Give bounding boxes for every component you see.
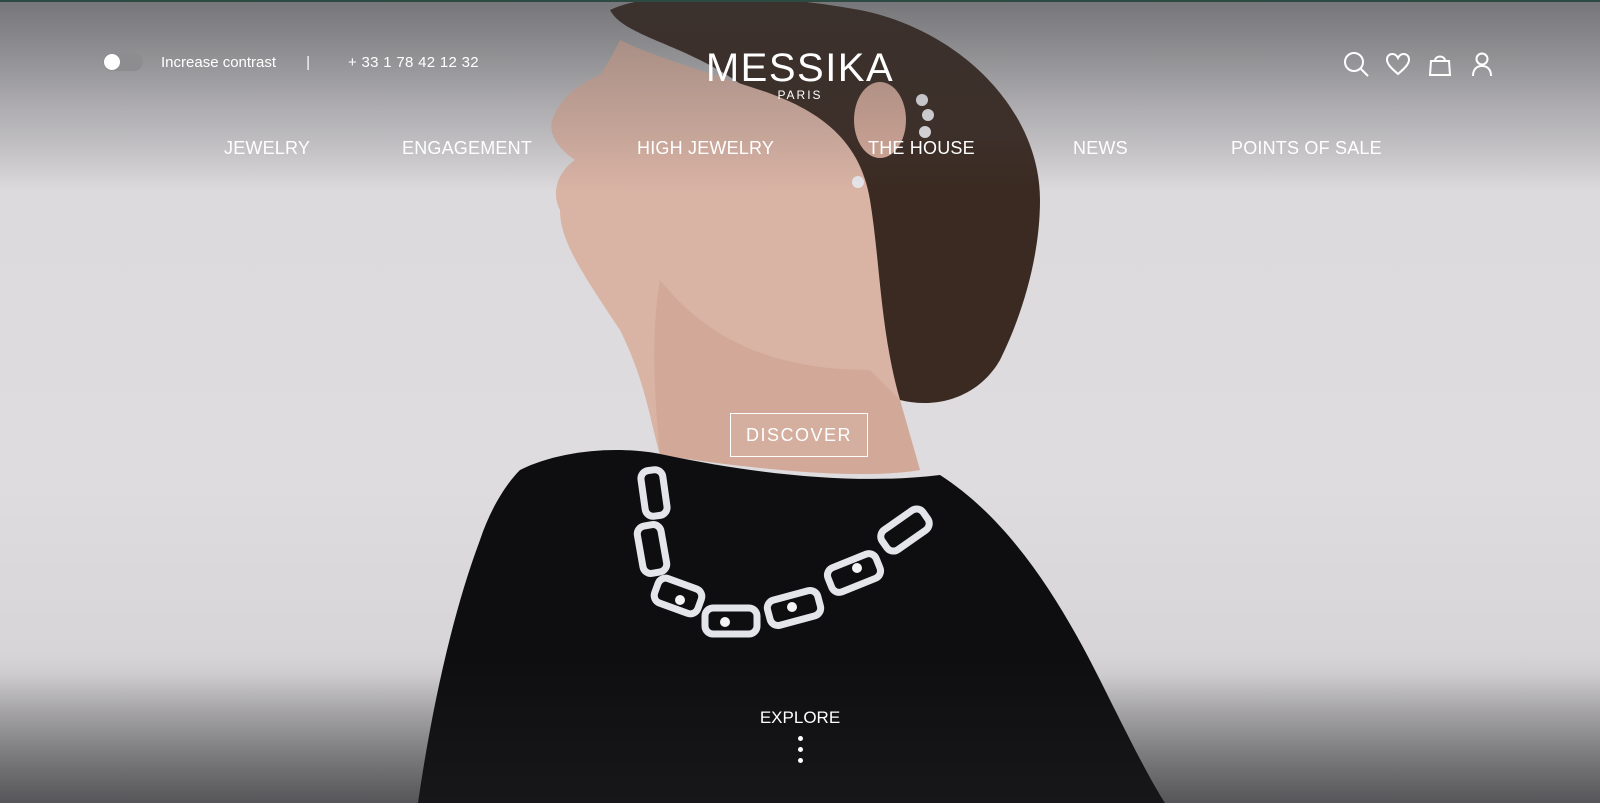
brand-logo[interactable]: MESSIKA PARIS: [700, 46, 900, 102]
nav-item-the-house[interactable]: THE HOUSE: [868, 138, 975, 159]
discover-button[interactable]: DISCOVER: [730, 413, 868, 457]
search-icon[interactable]: [1343, 51, 1369, 77]
utility-bar: Increase contrast | + 33 1 78 42 12 32: [103, 53, 479, 71]
nav-item-high-jewelry[interactable]: HIGH JEWELRY: [637, 138, 774, 159]
contrast-toggle[interactable]: [103, 53, 143, 71]
bag-icon[interactable]: [1427, 51, 1453, 77]
explore-button[interactable]: EXPLORE: [740, 708, 860, 769]
user-icon[interactable]: [1469, 51, 1495, 77]
heart-icon[interactable]: [1385, 51, 1411, 77]
logo-wordmark: MESSIKA: [705, 46, 895, 90]
nav-item-points-of-sale[interactable]: POINTS OF SALE: [1231, 138, 1382, 159]
hero-section: Increase contrast | + 33 1 78 42 12 32 M…: [0, 0, 1600, 803]
logo-subtitle: PARIS: [777, 88, 823, 102]
main-nav: JEWELRY ENGAGEMENT HIGH JEWELRY THE HOUS…: [0, 138, 1600, 164]
header-icons: [1343, 51, 1495, 77]
contrast-label: Increase contrast: [161, 53, 277, 71]
nav-item-news[interactable]: NEWS: [1073, 138, 1128, 159]
top-border: [0, 0, 1600, 2]
scroll-dots-icon: [797, 736, 803, 763]
explore-label: EXPLORE: [759, 708, 841, 727]
nav-item-jewelry[interactable]: JEWELRY: [224, 138, 310, 159]
phone-link[interactable]: + 33 1 78 42 12 32: [348, 54, 479, 71]
nav-item-engagement[interactable]: ENGAGEMENT: [402, 138, 532, 159]
separator: |: [306, 53, 310, 71]
toggle-knob: [104, 54, 120, 70]
